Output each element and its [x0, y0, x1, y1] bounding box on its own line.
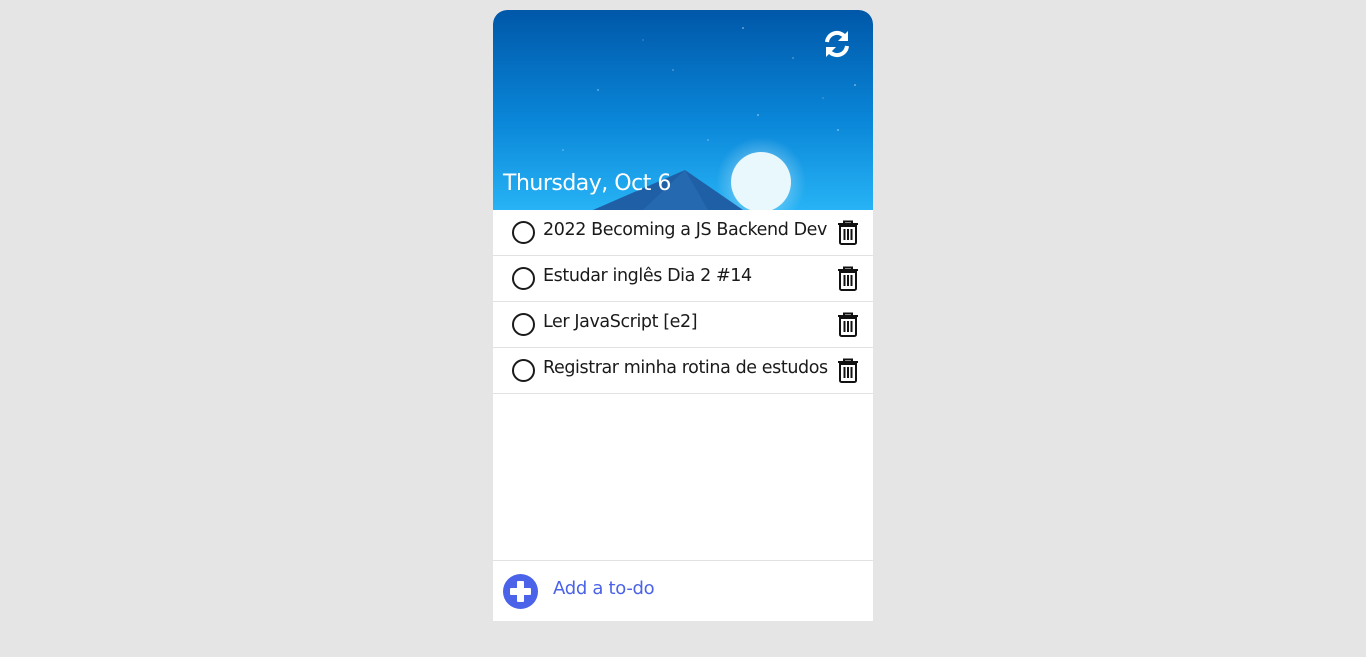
plus-icon[interactable]	[503, 574, 538, 609]
trash-icon[interactable]	[837, 358, 859, 383]
add-todo-bar: Add a to-do	[493, 560, 873, 621]
complete-checkbox[interactable]	[512, 313, 535, 336]
todo-text: Ler JavaScript [e2]	[543, 312, 698, 332]
todo-text: 2022 Becoming a JS Backend Dev	[543, 220, 827, 240]
trash-icon[interactable]	[837, 312, 859, 337]
todo-item: Estudar inglês Dia 2 #14	[493, 256, 873, 302]
moon	[731, 152, 791, 210]
complete-checkbox[interactable]	[512, 359, 535, 382]
todo-text: Registrar minha rotina de estudos	[543, 358, 828, 378]
trash-icon[interactable]	[837, 266, 859, 291]
complete-checkbox[interactable]	[512, 221, 535, 244]
current-date: Thursday, Oct 6	[503, 171, 671, 196]
todo-app: Thursday, Oct 6 2022 Becoming a JS Backe…	[493, 10, 873, 621]
add-todo-button[interactable]: Add a to-do	[553, 578, 655, 599]
todo-item: Ler JavaScript [e2]	[493, 302, 873, 348]
complete-checkbox[interactable]	[512, 267, 535, 290]
todo-list: 2022 Becoming a JS Backend Dev Estudar i…	[493, 210, 873, 394]
todo-item: Registrar minha rotina de estudos	[493, 348, 873, 394]
refresh-icon[interactable]	[821, 28, 853, 60]
trash-icon[interactable]	[837, 220, 859, 245]
todo-text: Estudar inglês Dia 2 #14	[543, 266, 752, 286]
todo-item: 2022 Becoming a JS Backend Dev	[493, 210, 873, 256]
header-banner: Thursday, Oct 6	[493, 10, 873, 210]
